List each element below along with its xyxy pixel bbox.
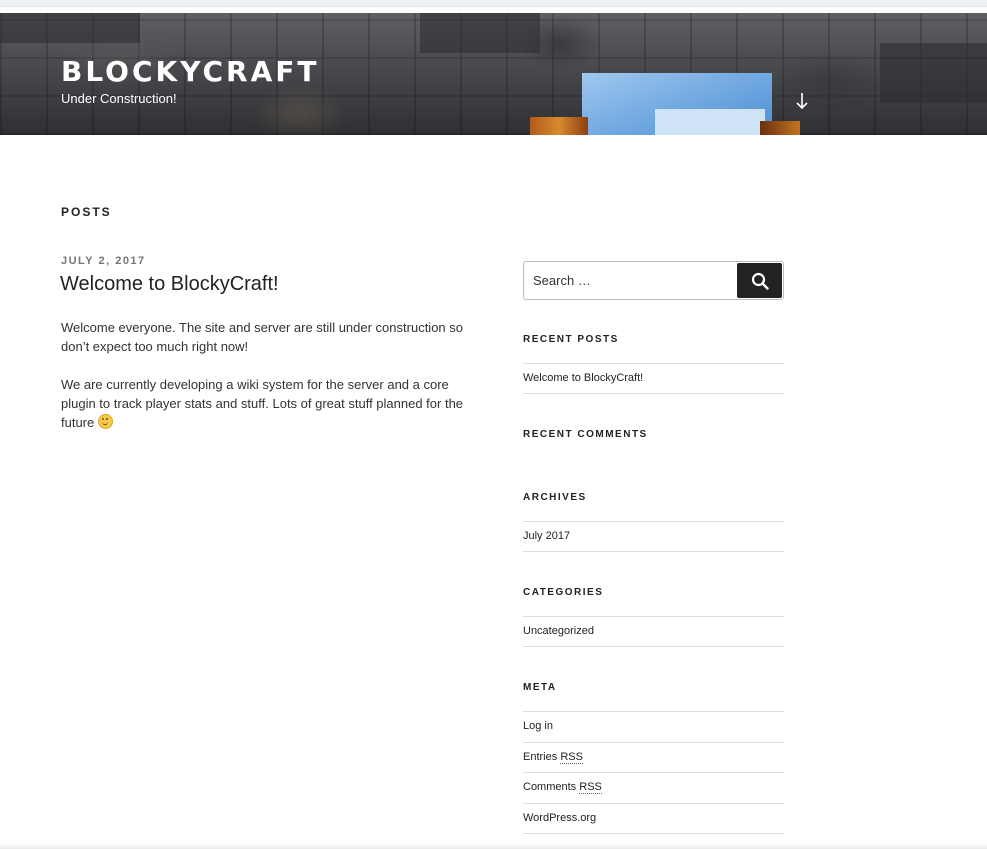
entries-rss-link[interactable]: Entries RSS: [523, 750, 583, 764]
comments-rss-link[interactable]: Comments RSS: [523, 781, 602, 794]
list-item: Comments RSS: [523, 773, 784, 804]
header-image-lava: [530, 117, 588, 135]
site-description: Under Construction!: [61, 91, 177, 106]
list-item: Log in: [523, 712, 784, 743]
recent-post-link[interactable]: Welcome to BlockyCraft!: [523, 372, 643, 384]
post-title[interactable]: Welcome to BlockyCraft!: [60, 273, 486, 296]
post-content: Welcome everyone. The site and server ar…: [61, 318, 486, 432]
widget-title-meta: Meta: [523, 682, 557, 693]
log-in-link[interactable]: Log in: [523, 720, 553, 732]
wordpress-link[interactable]: WordPress.org: [523, 812, 596, 824]
header-image-sky: [655, 109, 765, 135]
widget-title-recent-posts: Recent Posts: [523, 334, 619, 345]
sidebar: Recent Posts Welcome to BlockyCraft! Rec…: [523, 261, 784, 834]
rss-abbr: RSS: [560, 750, 583, 764]
widget-title-recent-comments: Recent Comments: [523, 429, 648, 440]
list-item: Uncategorized: [523, 617, 784, 647]
list-item: Entries RSS: [523, 743, 784, 773]
search-icon: [751, 272, 769, 290]
header-image-lava: [760, 121, 800, 135]
post-paragraph: Welcome everyone. The site and server ar…: [61, 320, 463, 354]
post-paragraph-text: We are currently developing a wiki syste…: [61, 377, 464, 430]
post-paragraph: We are currently developing a wiki syste…: [61, 375, 486, 432]
smiley-icon: [97, 414, 113, 429]
widget-title-archives: Archives: [523, 492, 587, 503]
post-date[interactable]: July 2, 2017: [61, 255, 486, 267]
site-header: BlockyCraft Under Construction!: [0, 13, 987, 135]
blog-post: July 2, 2017 Welcome to BlockyCraft! Wel…: [60, 255, 486, 451]
list-item: Welcome to BlockyCraft!: [523, 364, 784, 394]
comments-label: Comments: [523, 781, 577, 793]
arrow-down-icon: [796, 93, 808, 110]
category-link[interactable]: Uncategorized: [523, 625, 594, 637]
list-item: July 2017: [523, 522, 784, 552]
search-form: [523, 261, 784, 300]
page-heading: Posts: [61, 205, 112, 219]
meta-list: Log in Entries RSS Comments RSS WordPres…: [523, 711, 784, 834]
recent-posts-list: Welcome to BlockyCraft!: [523, 363, 784, 394]
bottom-edge-shadow: [0, 843, 987, 849]
rss-abbr: RSS: [579, 781, 602, 794]
scroll-down-button[interactable]: [786, 85, 818, 117]
header-stone-block: [880, 43, 987, 103]
widget-title-categories: Categories: [523, 587, 604, 598]
search-button[interactable]: [737, 263, 782, 298]
entries-label: Entries: [523, 750, 558, 763]
header-stone-block: [0, 13, 140, 43]
archives-list: July 2017: [523, 521, 784, 552]
categories-list: Uncategorized: [523, 616, 784, 647]
site-title[interactable]: BlockyCraft: [61, 55, 320, 88]
list-item: WordPress.org: [523, 804, 784, 834]
archive-link[interactable]: July 2017: [523, 530, 570, 542]
top-bar: [0, 0, 987, 7]
header-stone-block: [420, 13, 540, 53]
